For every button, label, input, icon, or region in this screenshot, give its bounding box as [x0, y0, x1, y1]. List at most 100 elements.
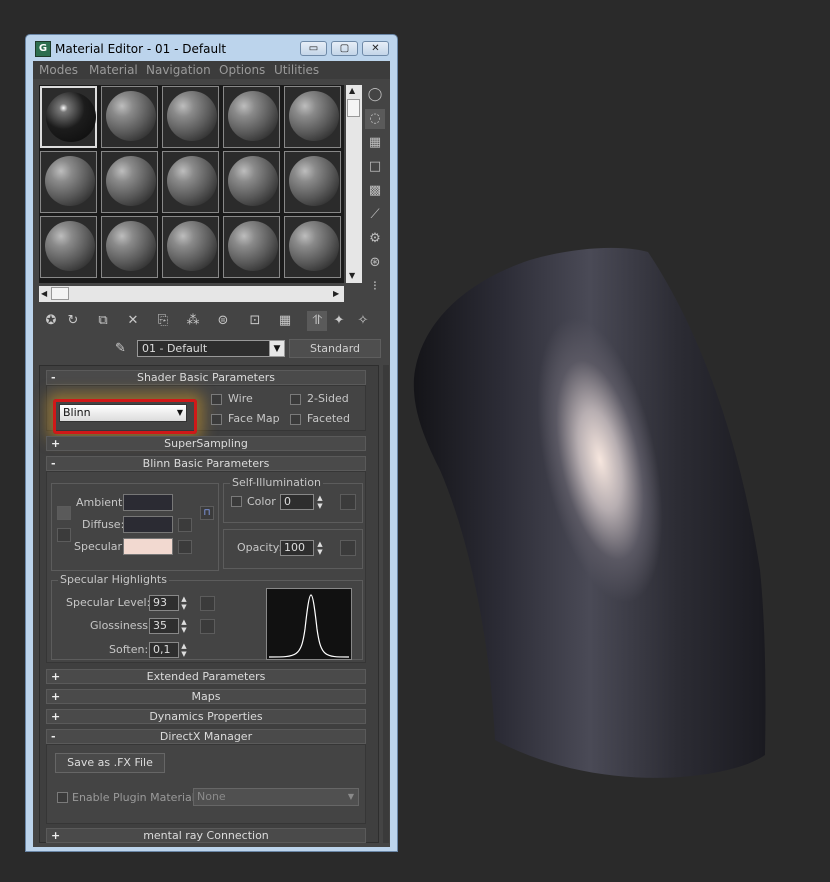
glossiness-spinner[interactable]: 35	[149, 618, 179, 634]
sample-slot[interactable]	[40, 86, 97, 148]
menu-modes[interactable]: Modes	[39, 63, 78, 77]
self-illum-color-checkbox[interactable]	[231, 496, 242, 507]
enable-plugin-checkbox[interactable]	[57, 792, 68, 803]
show-map-in-viewport-icon[interactable]: ⊡	[245, 311, 265, 331]
sample-slot[interactable]	[223, 151, 280, 213]
sample-slot[interactable]	[284, 151, 341, 213]
lock-diffuse-specular-icon[interactable]	[57, 528, 71, 542]
viewport-tube-render	[413, 247, 766, 778]
chevron-down-icon[interactable]: ▼	[269, 340, 285, 357]
scroll-left-icon[interactable]: ◀	[41, 289, 47, 298]
title-bar[interactable]: G Material Editor - 01 - Default ▭ ▢ ✕	[26, 35, 397, 61]
backlight-icon[interactable]: ◌	[365, 109, 385, 129]
soften-spinner[interactable]: 0,1	[149, 642, 179, 658]
lock-icon[interactable]: ⊓	[200, 506, 214, 520]
faceted-checkbox[interactable]	[290, 414, 301, 425]
sample-slot[interactable]	[40, 216, 97, 278]
opacity-spinner[interactable]: 100	[280, 540, 314, 556]
make-preview-icon[interactable]: ⟋	[365, 205, 385, 225]
sample-slot[interactable]	[223, 216, 280, 278]
sample-slot[interactable]	[101, 216, 158, 278]
self-illum-spinner[interactable]: 0	[280, 494, 314, 510]
go-forward-to-sibling-icon[interactable]: ✦	[329, 311, 349, 331]
rollout-mental-ray[interactable]: + mental ray Connection	[46, 828, 366, 843]
shader-dropdown[interactable]: Blinn ▼	[59, 404, 187, 422]
glossiness-map-button[interactable]	[200, 619, 215, 634]
background-checker-icon[interactable]: ▦	[365, 133, 385, 153]
minimize-button[interactable]: ▭	[300, 41, 327, 56]
video-color-check-icon[interactable]: ▩	[365, 181, 385, 201]
scroll-right-icon[interactable]: ▶	[333, 289, 339, 298]
scroll-up-icon[interactable]: ▲	[349, 86, 355, 95]
expand-icon: +	[51, 670, 61, 683]
self-illum-map-button[interactable]	[340, 494, 356, 510]
slots-horizontal-scrollbar[interactable]: ◀ ▶	[39, 286, 344, 302]
spinner-arrows-icon[interactable]: ▲ ▼	[315, 494, 325, 510]
scroll-thumb[interactable]	[51, 287, 69, 300]
spinner-arrows-icon[interactable]: ▲ ▼	[179, 642, 189, 658]
diffuse-map-button[interactable]	[178, 518, 192, 532]
menu-utilities[interactable]: Utilities	[274, 63, 319, 77]
specular-highlights-group: Specular Highlights Specular Level: 93 ▲…	[51, 573, 363, 660]
pick-material-icon[interactable]: ✧	[353, 311, 373, 331]
sample-slot[interactable]	[162, 86, 219, 148]
rollout-dynamics-properties[interactable]: + Dynamics Properties	[46, 709, 366, 724]
specular-level-map-button[interactable]	[200, 596, 215, 611]
rollout-blinn-basic[interactable]: - Blinn Basic Parameters	[46, 456, 366, 471]
sample-slot[interactable]	[101, 151, 158, 213]
material-map-navigator-icon[interactable]: ⁝	[365, 277, 385, 297]
sample-slot[interactable]	[101, 86, 158, 148]
sample-slot[interactable]	[284, 86, 341, 148]
sample-slot[interactable]	[40, 151, 97, 213]
wire-checkbox[interactable]	[211, 394, 222, 405]
sample-slot[interactable]	[223, 86, 280, 148]
make-unique-icon[interactable]: ⎘	[153, 311, 173, 331]
diffuse-swatch[interactable]	[123, 516, 173, 533]
close-button[interactable]: ✕	[362, 41, 389, 56]
material-type-button[interactable]: Standard	[289, 339, 381, 358]
specular-level-spinner[interactable]: 93	[149, 595, 179, 611]
specular-map-button[interactable]	[178, 540, 192, 554]
opacity-map-button[interactable]	[340, 540, 356, 556]
menu-options[interactable]: Options	[219, 63, 265, 77]
slots-vertical-scrollbar[interactable]: ▲ ▼	[346, 85, 362, 283]
material-id-channel-icon[interactable]: ⊜	[213, 311, 233, 331]
select-by-material-icon[interactable]: ⊛	[365, 253, 385, 273]
panel-scrollbar[interactable]	[383, 365, 389, 843]
material-name-field[interactable]: 01 - Default	[137, 340, 285, 357]
menu-material[interactable]: Material	[89, 63, 138, 77]
show-end-result-icon[interactable]: ▦	[275, 311, 295, 331]
sample-type-icon[interactable]: ◯	[365, 85, 385, 105]
ambient-swatch[interactable]	[123, 494, 173, 511]
put-to-library-icon[interactable]: ⁂	[183, 311, 203, 331]
lock-ambient-diffuse-icon[interactable]	[57, 506, 71, 520]
sample-slot[interactable]	[162, 151, 219, 213]
rollout-maps[interactable]: + Maps	[46, 689, 366, 704]
maximize-button[interactable]: ▢	[331, 41, 358, 56]
sample-uv-tiling-icon[interactable]: □	[365, 157, 385, 177]
menu-navigation[interactable]: Navigation	[146, 63, 211, 77]
get-material-icon[interactable]: ✪	[41, 311, 61, 331]
scroll-down-icon[interactable]: ▼	[349, 271, 355, 280]
sample-slot[interactable]	[284, 216, 341, 278]
rollout-extended-parameters[interactable]: + Extended Parameters	[46, 669, 366, 684]
reset-map-icon[interactable]: ✕	[123, 311, 143, 331]
two-sided-checkbox[interactable]	[290, 394, 301, 405]
sample-slot[interactable]	[162, 216, 219, 278]
spinner-arrows-icon[interactable]: ▲ ▼	[179, 595, 189, 611]
rollout-supersampling[interactable]: + SuperSampling	[46, 436, 366, 451]
save-fx-button[interactable]: Save as .FX File	[55, 753, 165, 773]
assign-to-selection-icon[interactable]: ⧉	[93, 311, 113, 331]
options-icon[interactable]: ⚙	[365, 229, 385, 249]
eyedropper-icon[interactable]: ✎	[115, 341, 126, 356]
put-to-scene-icon[interactable]: ↻	[63, 311, 83, 331]
rollout-shader-basic[interactable]: - Shader Basic Parameters	[46, 370, 366, 385]
rollout-directx-manager[interactable]: - DirectX Manager	[46, 729, 366, 744]
spinner-arrows-icon[interactable]: ▲ ▼	[179, 618, 189, 634]
spinner-arrows-icon[interactable]: ▲ ▼	[315, 540, 325, 556]
plugin-dropdown[interactable]: None ▼	[193, 788, 359, 806]
specular-swatch[interactable]	[123, 538, 173, 555]
go-to-parent-icon[interactable]: ⥣	[307, 311, 327, 331]
face-map-checkbox[interactable]	[211, 414, 222, 425]
scroll-thumb[interactable]	[347, 99, 360, 117]
